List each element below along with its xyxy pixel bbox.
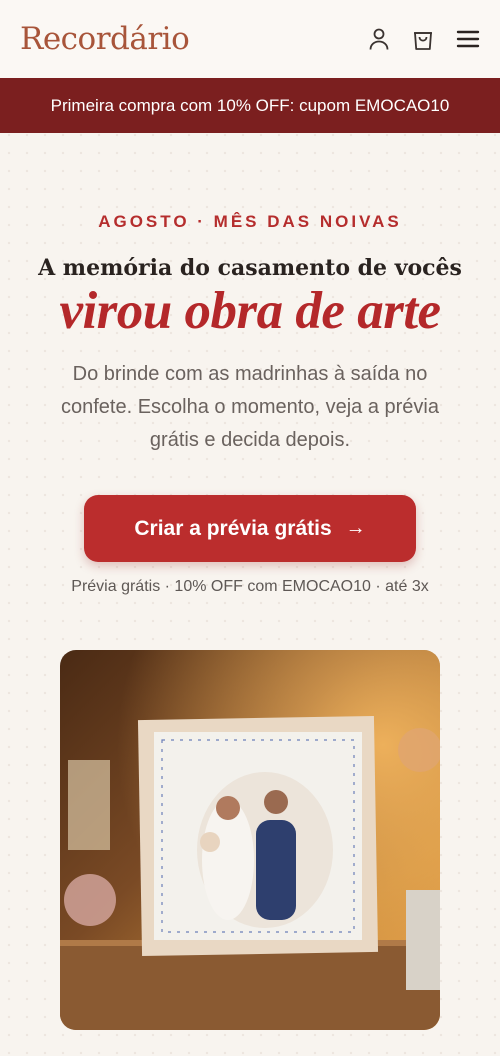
user-icon[interactable] — [368, 27, 390, 51]
arrow-right-icon: → — [345, 517, 366, 539]
hamburger-menu-icon[interactable] — [456, 29, 480, 49]
header-actions — [368, 27, 480, 51]
hero-headline: A memória do casamento de vocês — [38, 255, 462, 281]
site-header: Recordário — [0, 0, 500, 78]
promo-text: Primeira compra com 10% OFF: cupom EMOCA… — [50, 95, 450, 115]
hero-headline-accent: virou obra de arte — [59, 282, 441, 340]
promo-banner: Primeira compra com 10% OFF: cupom EMOCA… — [0, 78, 500, 133]
brand-logo[interactable]: Recordário — [20, 21, 190, 57]
shopping-bag-icon[interactable] — [412, 27, 434, 51]
cta-note: Prévia grátis · 10% OFF com EMOCAO10 · a… — [71, 578, 429, 595]
hero-product-photo — [60, 650, 440, 1030]
create-preview-button[interactable]: Criar a prévia grátis → — [84, 495, 416, 562]
create-preview-button-label: Criar a prévia grátis — [134, 516, 332, 540]
cropped-content — [60, 1036, 360, 1056]
hero-eyebrow: AGOSTO · MÊS DAS NOIVAS — [98, 212, 402, 231]
hero-subtext: Do brinde com as madrinhas à saída no co… — [61, 363, 439, 451]
